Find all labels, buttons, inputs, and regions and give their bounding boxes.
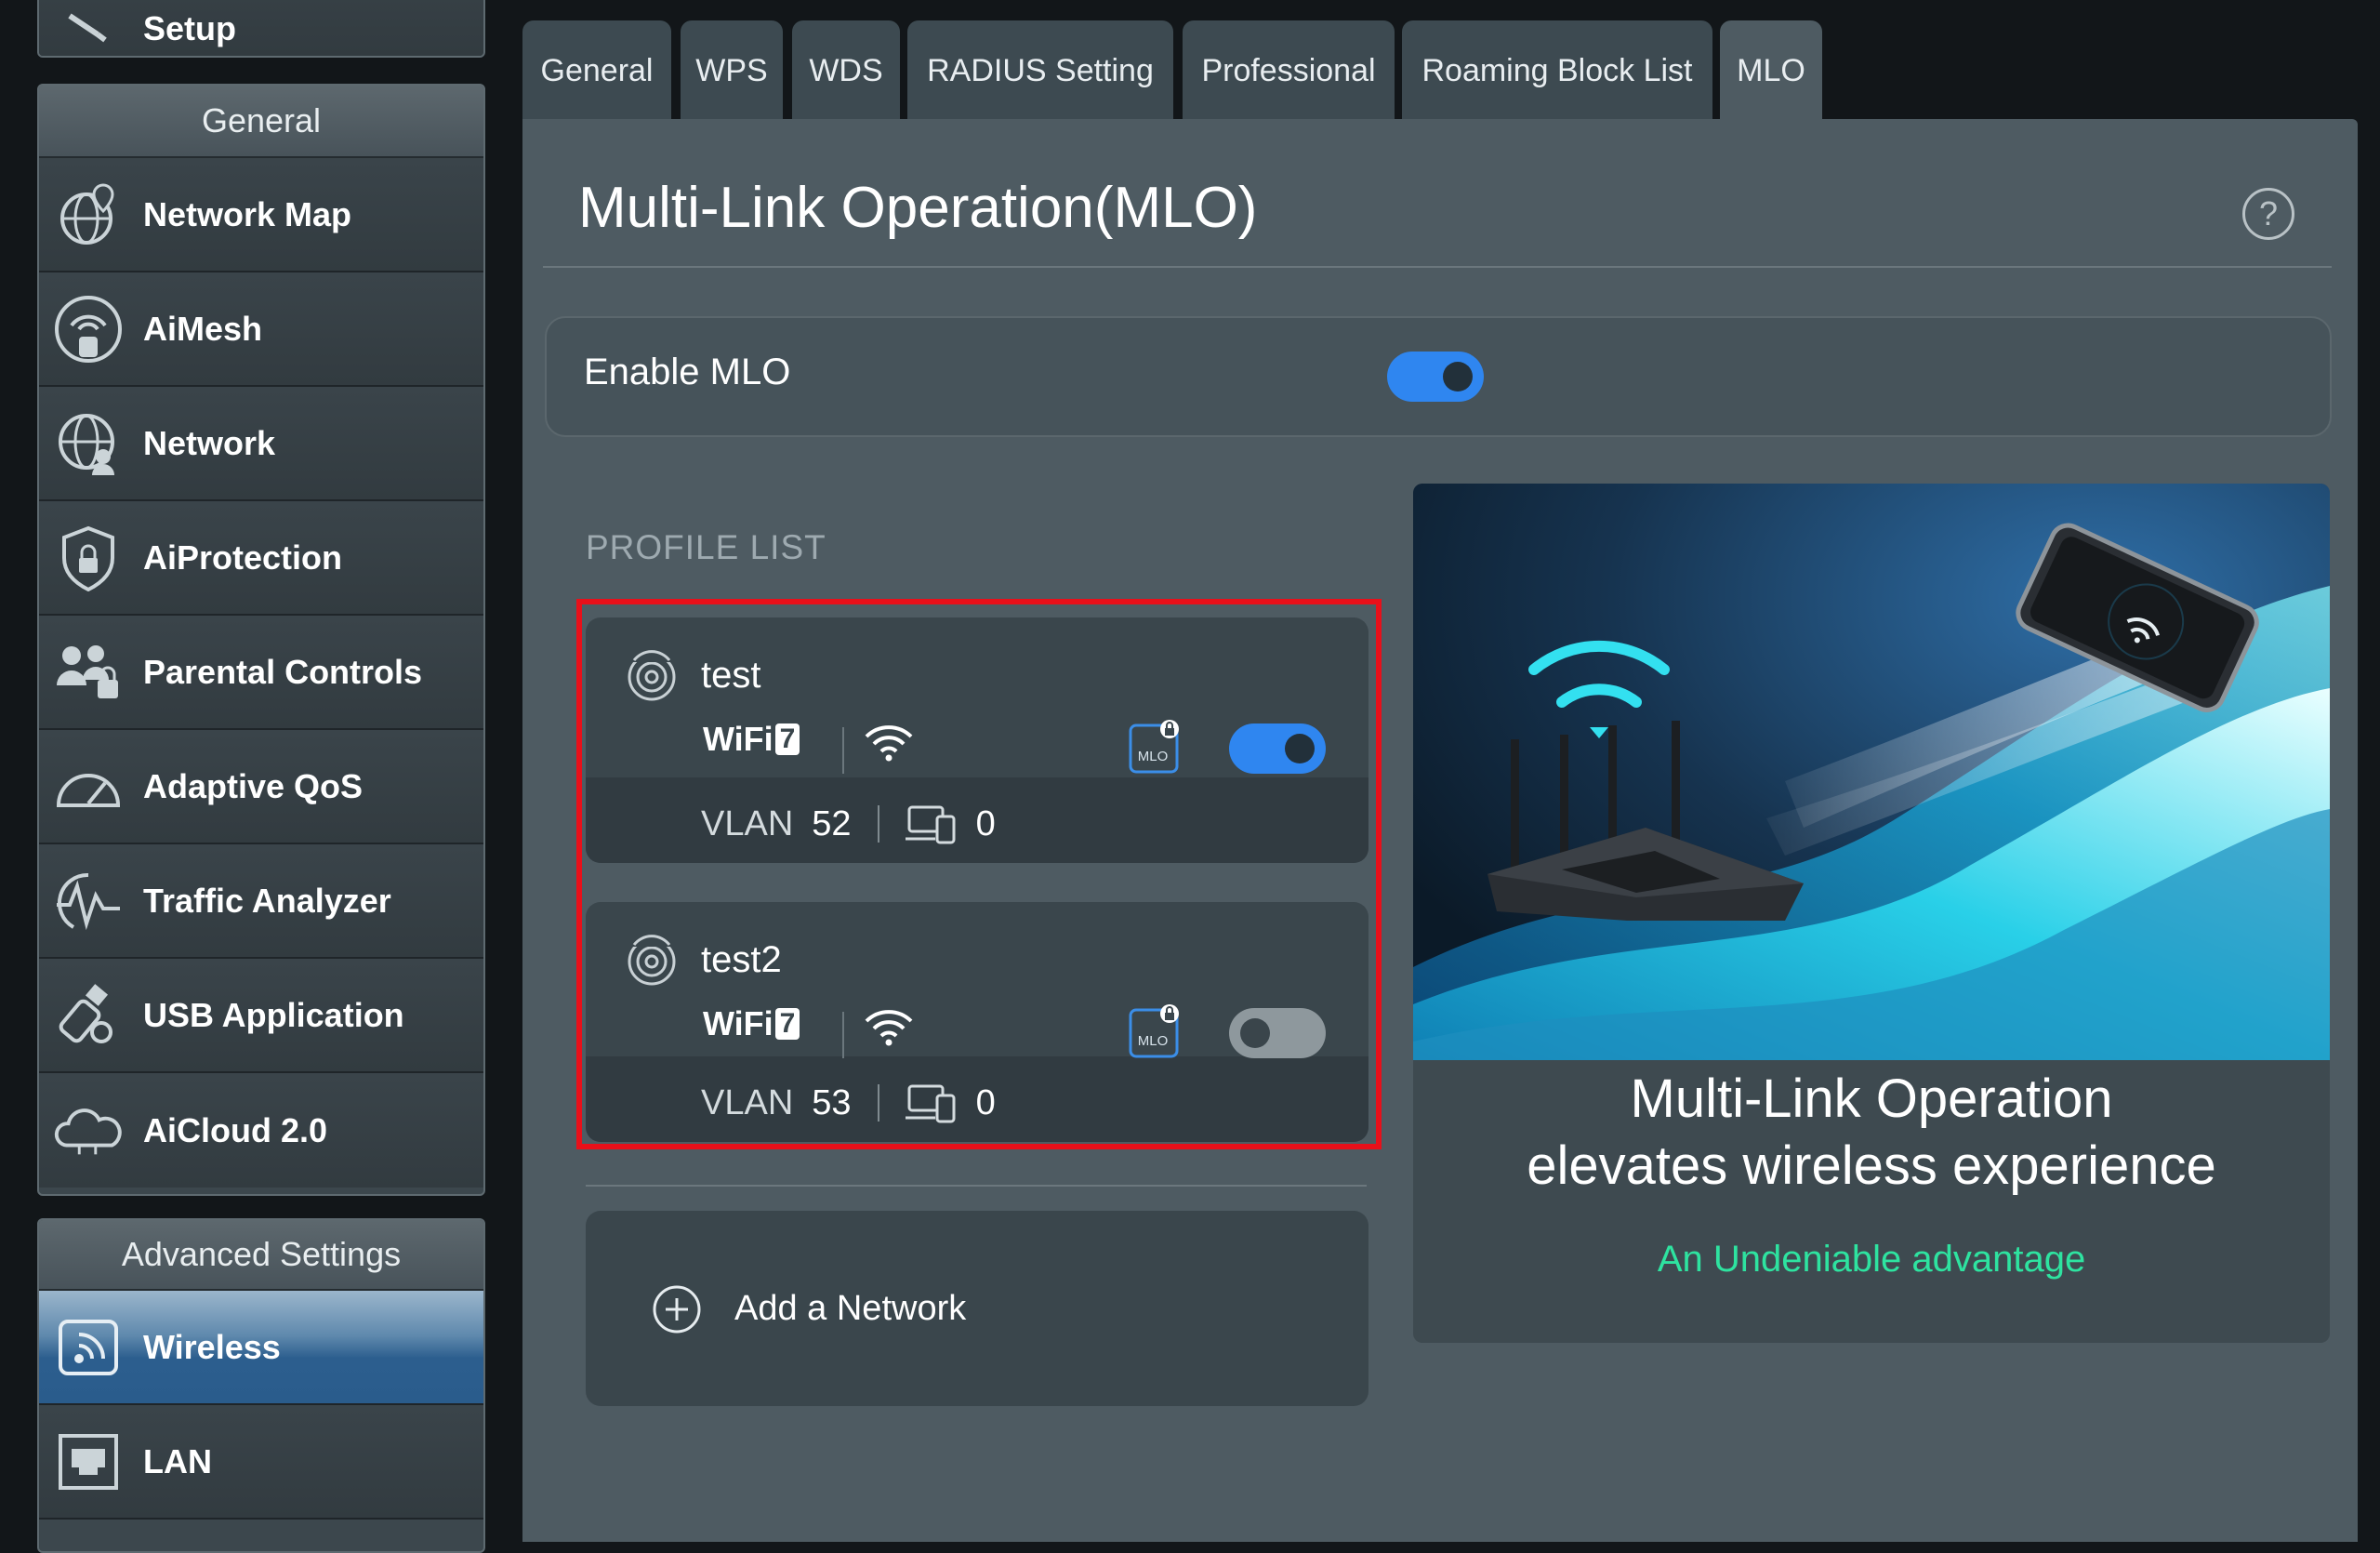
add-network-button[interactable] xyxy=(586,1211,1368,1406)
sidebar-item-setup[interactable]: Setup xyxy=(39,0,483,56)
sidebar-item-label: Parental Controls xyxy=(143,652,423,691)
highlight-box xyxy=(576,599,1382,1149)
sidebar-item-aicloud[interactable]: AiCloud 2.0 xyxy=(39,1073,483,1188)
list-divider xyxy=(586,1185,1367,1187)
page-title: Multi-Link Operation(MLO) xyxy=(578,176,1258,240)
tab-roaming-block-list[interactable]: Roaming Block List xyxy=(1402,20,1712,121)
aimesh-icon xyxy=(52,293,125,365)
usb-icon xyxy=(52,979,125,1052)
tab-professional[interactable]: Professional xyxy=(1183,20,1395,121)
promo-headline: Multi-Link Operation elevates wireless e… xyxy=(1527,1069,2216,1196)
sidebar-item-label: AiMesh xyxy=(143,309,263,348)
tab-radius-setting[interactable]: RADIUS Setting xyxy=(907,20,1173,121)
sidebar-item-label: LAN xyxy=(143,1441,212,1480)
sidebar-item-label: Setup xyxy=(143,9,237,47)
promo-card: Multi-Link Operation elevates wireless e… xyxy=(1413,484,2330,1343)
network-map-icon xyxy=(52,179,125,251)
sidebar-item-wireless[interactable]: Wireless xyxy=(39,1291,483,1405)
title-divider xyxy=(543,266,2332,268)
setup-panel: Setup xyxy=(37,0,485,58)
sidebar-item-aimesh[interactable]: AiMesh xyxy=(39,272,483,387)
aicloud-icon xyxy=(52,1095,125,1167)
aiprotection-icon xyxy=(52,522,125,594)
sidebar-item-traffic-analyzer[interactable]: Traffic Analyzer xyxy=(39,844,483,959)
parental-controls-icon xyxy=(52,636,125,709)
sidebar-item-adaptive-qos[interactable]: Adaptive QoS xyxy=(39,730,483,844)
advanced-settings-header: Advanced Settings xyxy=(39,1220,483,1291)
sidebar-item-label: AiProtection xyxy=(143,538,343,577)
sidebar-item-aiprotection[interactable]: AiProtection xyxy=(39,501,483,616)
help-icon[interactable]: ? xyxy=(2242,188,2294,240)
advanced-settings-panel: Advanced Settings Wireless LAN xyxy=(37,1218,485,1553)
sidebar-item-usb-application[interactable]: USB Application xyxy=(39,959,483,1073)
promo-subline: An Undeniable advantage xyxy=(1657,1239,2086,1280)
wireless-icon xyxy=(52,1311,125,1384)
sidebar-item-network[interactable]: Network xyxy=(39,387,483,501)
sidebar-item-label: Network Map xyxy=(143,194,352,233)
tab-general[interactable]: General xyxy=(522,20,671,121)
sidebar-item-label: Adaptive QoS xyxy=(143,766,364,805)
toggle-knob xyxy=(1443,362,1473,392)
sidebar-item-label: USB Application xyxy=(143,995,404,1034)
general-panel: General Network Map AiMesh Network AiPro… xyxy=(37,84,485,1196)
enable-mlo-toggle[interactable] xyxy=(1387,352,1484,402)
add-network-label: Add a Network xyxy=(734,1289,967,1328)
plus-circle-icon xyxy=(651,1283,703,1340)
general-header: General xyxy=(39,86,483,158)
sidebar-item-parental-controls[interactable]: Parental Controls xyxy=(39,616,483,730)
tab-mlo[interactable]: MLO xyxy=(1720,20,1822,121)
sidebar-item-label: AiCloud 2.0 xyxy=(143,1110,328,1149)
sidebar-item-network-map[interactable]: Network Map xyxy=(39,158,483,272)
traffic-analyzer-icon xyxy=(52,865,125,937)
lan-icon xyxy=(52,1426,125,1498)
profile-list-heading: PROFILE LIST xyxy=(586,528,826,566)
tab-wps[interactable]: WPS xyxy=(681,20,783,121)
wrench-icon xyxy=(52,0,125,56)
tab-wds[interactable]: WDS xyxy=(792,20,900,121)
adaptive-qos-icon xyxy=(52,750,125,823)
enable-mlo-label: Enable MLO xyxy=(584,352,791,392)
sidebar-item-label: Traffic Analyzer xyxy=(143,881,391,920)
sidebar-item-label: Wireless xyxy=(143,1327,281,1366)
network-icon xyxy=(52,407,125,480)
promo-illustration xyxy=(1413,484,2330,1060)
sidebar-item-label: Network xyxy=(143,423,276,462)
sidebar-item-lan[interactable]: LAN xyxy=(39,1405,483,1520)
